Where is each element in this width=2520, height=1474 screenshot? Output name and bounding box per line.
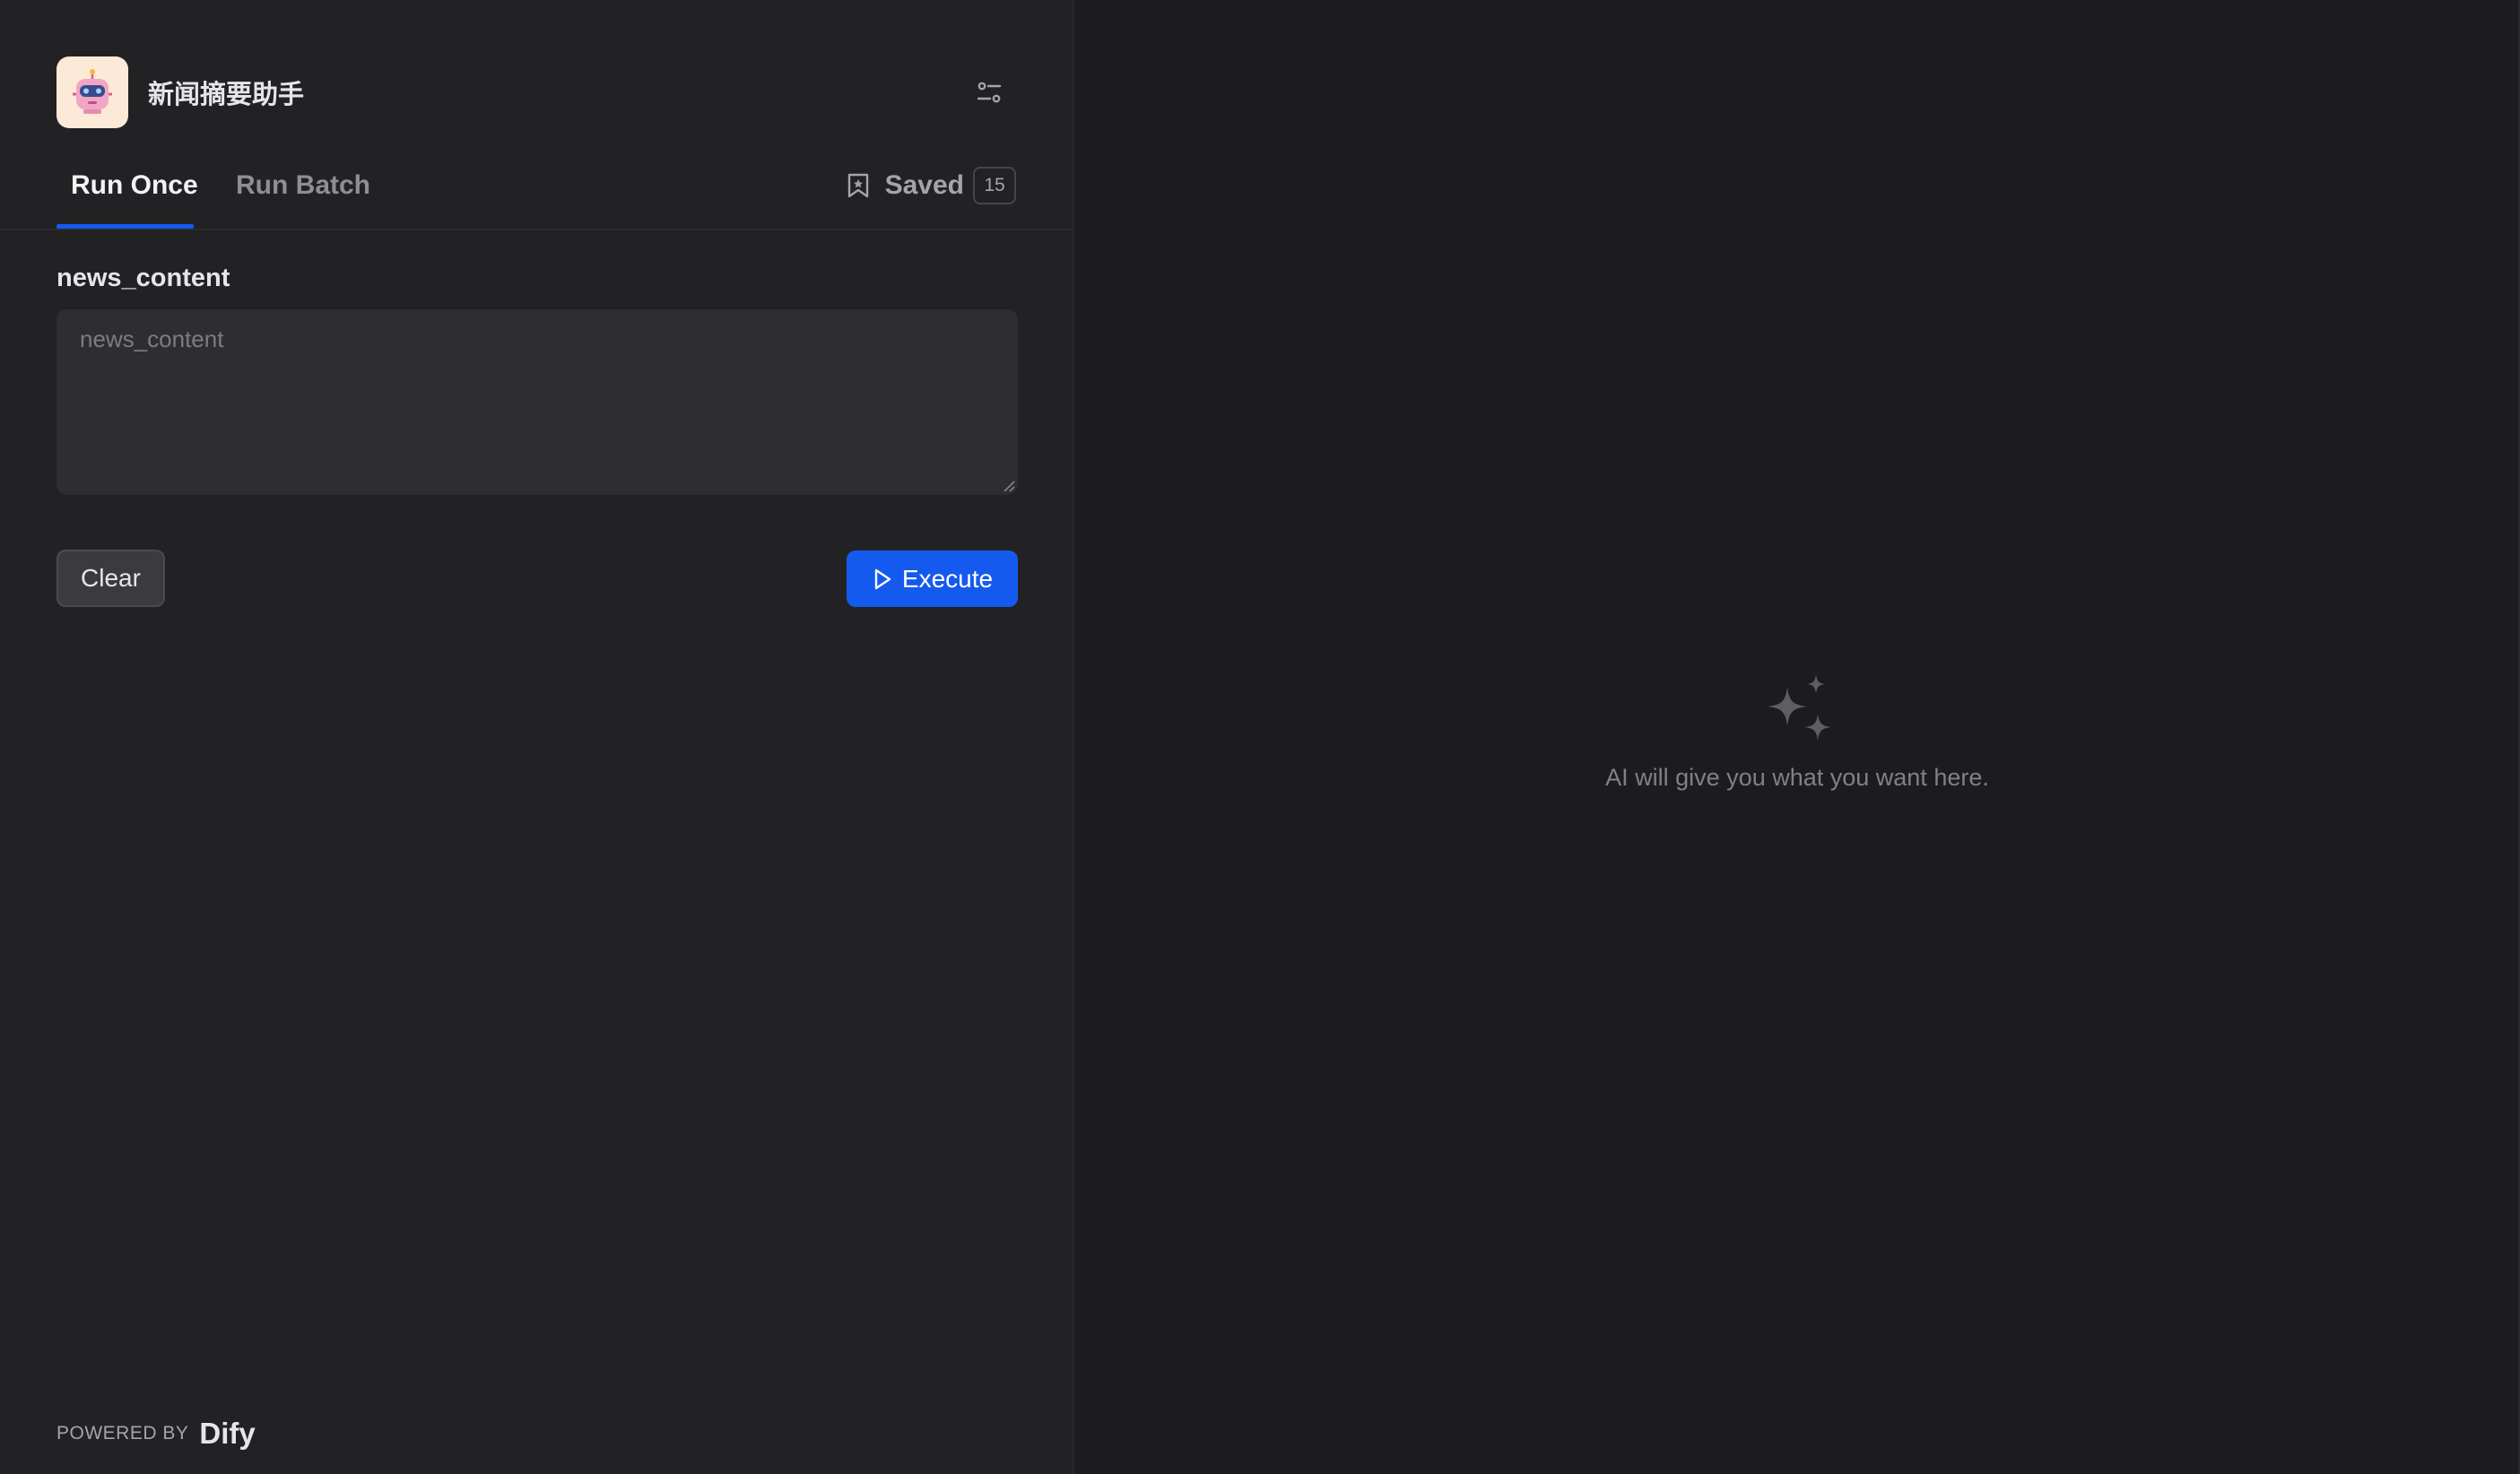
news-content-label: news_content — [56, 264, 230, 292]
play-icon — [874, 568, 891, 589]
news-content-input[interactable] — [56, 309, 1018, 495]
tab-run-once[interactable]: Run Once — [71, 170, 198, 201]
app-title: 新闻摘要助手 — [148, 79, 305, 109]
resize-handle-icon[interactable] — [1003, 480, 1015, 492]
input-panel: 新闻摘要助手 Run Once Run Batch Saved 15 news_… — [0, 0, 1074, 1474]
powered-by-text: POWERED BY — [56, 1423, 189, 1444]
saved-count-badge: 15 — [973, 167, 1016, 204]
tab-run-batch[interactable]: Run Batch — [236, 170, 370, 201]
app-header: 新闻摘要助手 — [56, 56, 1016, 128]
saved-label: Saved — [884, 170, 964, 200]
saved-button[interactable]: Saved 15 — [846, 167, 1016, 204]
active-tab-indicator — [56, 224, 194, 229]
sliders-icon — [977, 82, 1002, 103]
empty-result-text: AI will give you what you want here. — [1605, 764, 1989, 791]
mode-tabs: Run Once Run Batch Saved 15 — [56, 161, 1016, 230]
settings-button[interactable] — [964, 67, 1014, 117]
robot-icon — [56, 56, 128, 128]
powered-by-footer: POWERED BY Dify — [56, 1417, 256, 1451]
result-panel: AI will give you what you want here. — [1074, 0, 2520, 1474]
bookmark-star-icon — [847, 173, 868, 198]
sparkles-icon — [1768, 674, 1831, 741]
clear-button[interactable]: Clear — [56, 550, 165, 607]
execute-button[interactable]: Execute — [847, 551, 1018, 607]
execute-label: Execute — [901, 564, 994, 593]
app-root: 新闻摘要助手 Run Once Run Batch Saved 15 news_… — [0, 0, 2520, 1474]
dify-logo[interactable]: Dify — [199, 1417, 255, 1451]
empty-result-state: AI will give you what you want here. — [1074, 674, 2520, 792]
